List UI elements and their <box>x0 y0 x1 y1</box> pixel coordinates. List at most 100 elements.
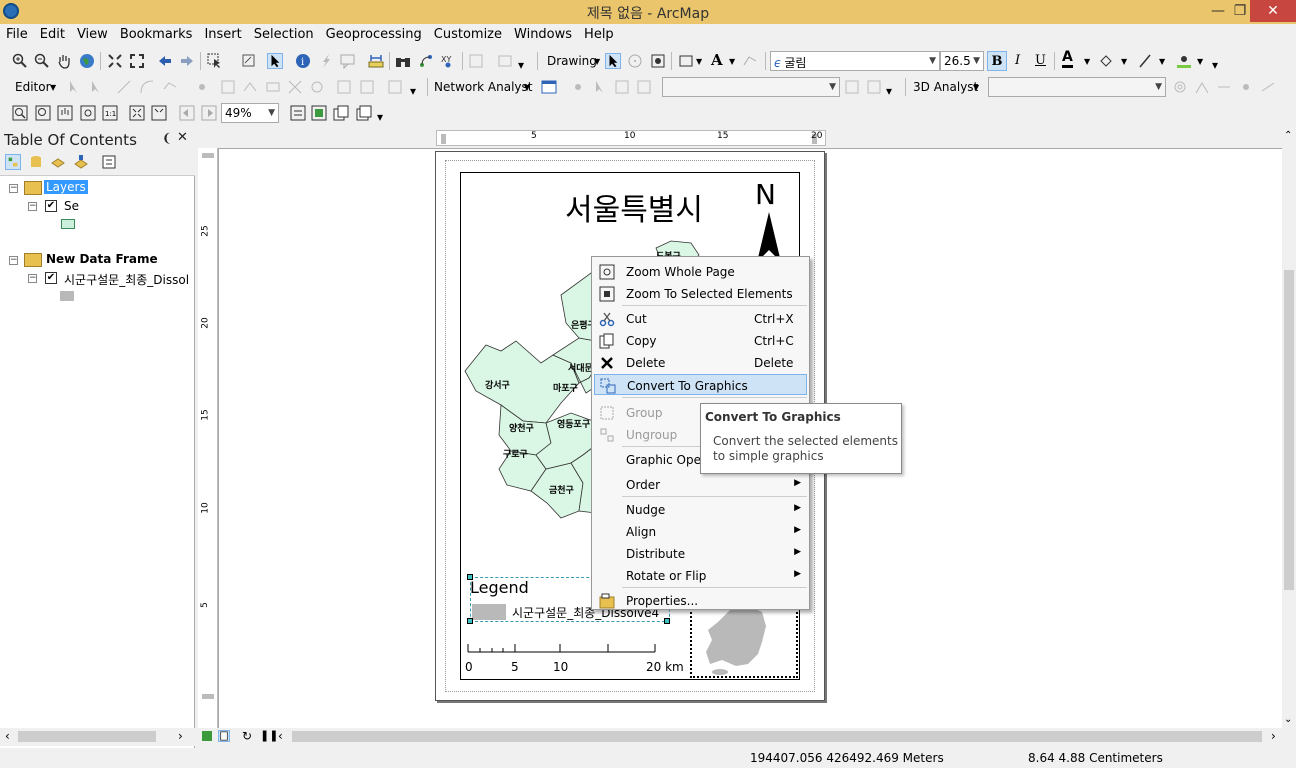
fixed-zoom-out-layout-icon[interactable] <box>151 105 167 121</box>
html-popup-icon[interactable] <box>340 53 356 69</box>
menu-item-nudge[interactable]: Nudge ▶ <box>594 499 807 520</box>
map-title[interactable]: 서울특별시 <box>565 185 703 229</box>
find-route-icon[interactable] <box>418 53 434 69</box>
layout-view-icon[interactable] <box>218 730 230 742</box>
editor-menu[interactable]: Editor <box>15 80 51 94</box>
build-network-icon[interactable] <box>614 79 630 95</box>
layer-se-symbol[interactable] <box>61 219 75 229</box>
drawing-menu[interactable]: Drawing <box>547 54 597 68</box>
fixed-zoom-in-layout-icon[interactable] <box>129 105 145 121</box>
vscroll-down-icon[interactable]: ⌄ <box>1284 714 1292 725</box>
select-move-location-icon[interactable] <box>592 79 608 95</box>
north-arrow-label[interactable]: N <box>755 178 776 211</box>
select-features-icon[interactable] <box>207 53 223 69</box>
edit-annotation-icon[interactable] <box>88 79 104 95</box>
pan-hand-icon[interactable] <box>56 53 72 69</box>
menu-selection[interactable]: Selection <box>248 24 320 42</box>
layer-se-label[interactable]: Se <box>64 199 79 213</box>
hscroll-left-icon[interactable]: ‹ <box>278 729 283 743</box>
toolbar3-overflow-icon[interactable]: ▾ <box>377 110 383 124</box>
toc-horizontal-scrollbar[interactable]: ‹ › <box>0 728 195 746</box>
text-tool-icon[interactable]: A <box>711 51 723 69</box>
forward-arrow-icon[interactable] <box>179 53 195 69</box>
network-directions-icon[interactable] <box>866 79 882 95</box>
marker-color-dropdown-icon[interactable]: ▼ <box>1197 57 1203 66</box>
list-by-source-icon[interactable] <box>28 154 44 170</box>
toolbar-overflow-icon[interactable]: ▾ <box>518 58 524 72</box>
reshape-icon[interactable] <box>242 79 258 95</box>
menu-item-delete[interactable]: Delete Delete <box>594 352 807 373</box>
create-features-icon[interactable] <box>387 79 403 95</box>
layout-pan-icon[interactable] <box>57 105 73 121</box>
menu-item-distribute[interactable]: Distribute ▶ <box>594 543 807 564</box>
selection-handle-tl[interactable] <box>467 574 473 580</box>
steepest-path-icon[interactable] <box>1194 79 1210 95</box>
end-point-arc-icon[interactable] <box>139 79 155 95</box>
point-icon[interactable] <box>194 79 210 95</box>
drawing-dropdown-icon[interactable]: ▼ <box>594 57 600 66</box>
layer-se-checkbox[interactable]: ✔ <box>45 200 57 212</box>
list-by-visibility-icon[interactable] <box>50 154 66 170</box>
attributes-icon[interactable] <box>336 79 352 95</box>
time-slider-icon[interactable] <box>468 53 484 69</box>
find-binoculars-icon[interactable] <box>395 53 411 69</box>
3d-analyst-menu[interactable]: 3D Analyst <box>913 80 978 94</box>
layers-frame-expander[interactable]: − <box>9 184 18 193</box>
editor-dropdown-icon[interactable]: ▼ <box>50 83 56 92</box>
toolbar2-overflow-icon[interactable]: ▾ <box>410 84 416 98</box>
3d-analyst-dropdown-icon[interactable]: ▼ <box>973 83 979 92</box>
toggle-draft-mode-icon[interactable] <box>290 105 306 121</box>
focus-data-frame-icon[interactable] <box>311 105 327 121</box>
marker-color-icon[interactable] <box>1176 53 1192 69</box>
fixed-zoom-in-icon[interactable] <box>107 53 123 69</box>
menu-item-order[interactable]: Order ▶ <box>594 474 807 495</box>
hyperlink-icon[interactable] <box>318 53 334 69</box>
layout-hscroll-thumb[interactable] <box>292 731 1262 742</box>
layer-dissolve-symbol[interactable] <box>60 291 74 301</box>
refresh-icon[interactable]: ↻ <box>242 729 252 743</box>
menu-insert[interactable]: Insert <box>198 24 247 42</box>
contour-icon[interactable] <box>1172 79 1188 95</box>
hscroll-right-icon[interactable]: › <box>1271 729 1276 743</box>
menu-windows[interactable]: Windows <box>508 24 578 42</box>
data-driven-pages-icon[interactable] <box>356 105 372 121</box>
layout-zoom-select[interactable]: 49% ▼ <box>221 103 279 123</box>
toc-scroll-thumb[interactable] <box>18 731 156 742</box>
pause-drawing-icon[interactable]: ❚❚ <box>260 729 278 742</box>
layer-dissolve-expander[interactable]: − <box>28 274 37 283</box>
cut-polygons-icon[interactable] <box>265 79 281 95</box>
zoom-whole-page-icon[interactable] <box>80 105 96 121</box>
layer-dissolve-label[interactable]: 시군구설문_최종_Dissol <box>64 271 189 288</box>
layout-zoom-out-icon[interactable] <box>35 105 51 121</box>
layout-vscroll-thumb[interactable] <box>1284 270 1294 590</box>
globe-full-extent-icon[interactable] <box>79 53 95 69</box>
toolbar2b-overflow-icon[interactable]: ▾ <box>886 84 892 98</box>
menu-file[interactable]: File <box>0 24 34 42</box>
layout-back-icon[interactable] <box>179 105 195 121</box>
rotate-icon[interactable] <box>627 53 643 69</box>
sketch-properties-icon[interactable] <box>359 79 375 95</box>
fill-color-icon[interactable] <box>1098 53 1114 69</box>
network-analyst-window-icon[interactable] <box>541 79 557 95</box>
line-color-icon[interactable] <box>1138 53 1154 69</box>
menu-geoprocessing[interactable]: Geoprocessing <box>320 24 428 42</box>
font-name-select[interactable]: ϵ 굴림 ▼ <box>770 51 940 71</box>
pin-icon[interactable]: ❨ <box>162 131 172 145</box>
swipe-icon[interactable] <box>497 53 513 69</box>
straight-segment-icon[interactable] <box>116 79 132 95</box>
identify-icon[interactable]: i <box>295 53 311 69</box>
interpolate-point-icon[interactable] <box>1238 79 1254 95</box>
split-icon[interactable] <box>287 79 303 95</box>
scroll-left-icon[interactable]: ‹ <box>5 729 10 743</box>
toc-options-icon[interactable] <box>101 154 117 170</box>
edit-vertices-tb2-icon[interactable] <box>220 79 236 95</box>
font-color-button[interactable]: A <box>1062 50 1073 68</box>
menu-item-properties[interactable]: Properties... <box>594 590 807 611</box>
line-of-sight-icon[interactable] <box>1216 79 1232 95</box>
menu-item-align[interactable]: Align ▶ <box>594 521 807 542</box>
north-arrow-icon[interactable] <box>757 212 781 262</box>
create-network-location-icon[interactable] <box>570 79 586 95</box>
inset-map-frame[interactable] <box>690 600 798 678</box>
network-analyst-dropdown-icon[interactable]: ▼ <box>524 83 530 92</box>
menu-view[interactable]: View <box>71 24 114 42</box>
